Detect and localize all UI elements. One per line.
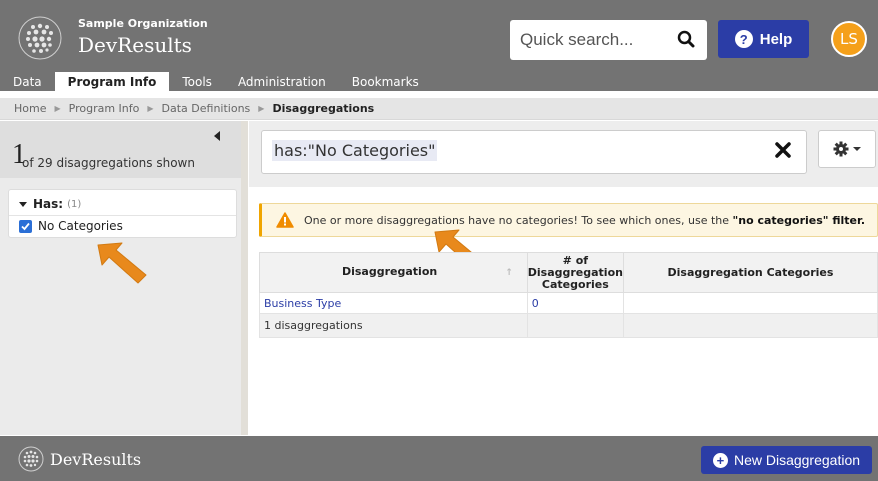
- table-cell-count: 0: [526, 292, 624, 314]
- help-button[interactable]: ? Help: [718, 20, 809, 58]
- main-nav: Data Program Info Tools Administration B…: [0, 72, 432, 93]
- breadcrumb-home[interactable]: Home: [14, 102, 46, 115]
- category-count-link[interactable]: 0: [532, 297, 539, 310]
- alert-text: One or more disaggregations have no cate…: [304, 213, 866, 227]
- search-icon[interactable]: [677, 30, 695, 48]
- gear-icon: [833, 141, 849, 157]
- main-content: has:"No Categories" One or more disaggre…: [249, 121, 878, 435]
- disaggregation-link[interactable]: Business Type: [264, 297, 341, 310]
- top-header: Sample Organization DevResults ? Help LS…: [0, 0, 878, 93]
- plus-circle-icon: +: [712, 452, 728, 468]
- total-cell: [622, 313, 878, 338]
- has-filter-header[interactable]: Has: (1): [19, 197, 81, 211]
- checkbox-checked-icon[interactable]: [19, 219, 32, 233]
- warning-alert: One or more disaggregations have no cate…: [259, 203, 878, 237]
- warning-icon: [276, 212, 294, 228]
- quick-search-box: [510, 20, 707, 60]
- filter-sidebar: 1 of 29 disaggregations shown Has: (1) N…: [0, 121, 248, 435]
- footer-logo: DevResults: [18, 446, 141, 472]
- total-label: 1 disaggregations: [259, 313, 528, 338]
- results-count-text: of 29 disaggregations shown: [22, 156, 195, 170]
- bottom-footer: DevResults + New Disaggregation: [0, 436, 878, 481]
- devresults-logo-icon: [18, 446, 44, 472]
- has-filter-count: (1): [67, 198, 82, 210]
- organization-name: Sample Organization: [78, 17, 208, 30]
- footer-logo-text: DevResults: [50, 449, 142, 469]
- query-token[interactable]: has:"No Categories": [272, 140, 438, 161]
- settings-dropdown-button[interactable]: [818, 130, 876, 168]
- caret-down-icon: [853, 147, 861, 151]
- table-row: Business Type 0: [259, 292, 878, 314]
- breadcrumb: Home ▶ Program Info ▶ Data Definitions ▶…: [0, 98, 878, 120]
- table-cell-disaggregation: Business Type: [259, 292, 528, 314]
- devresults-logo-icon[interactable]: [18, 16, 62, 60]
- sidebar-resize-handle[interactable]: [241, 121, 248, 435]
- filter-option-label: No Categories: [38, 219, 123, 233]
- divider: [9, 215, 236, 216]
- nav-tools[interactable]: Tools: [169, 72, 225, 92]
- column-header-disaggregation[interactable]: Disaggregation ↑: [259, 252, 528, 293]
- search-filter-bar: has:"No Categories": [249, 121, 878, 187]
- results-count-panel: 1 of 29 disaggregations shown: [0, 121, 241, 178]
- new-disaggregation-label: New Disaggregation: [733, 452, 861, 468]
- column-header-category-count[interactable]: # of Disaggregation Categories: [526, 252, 624, 293]
- column-header-categories[interactable]: Disaggregation Categories: [622, 252, 878, 293]
- breadcrumb-current: Disaggregations: [272, 102, 375, 115]
- chevron-right-icon: ▶: [147, 104, 154, 113]
- caret-down-icon: [19, 201, 27, 207]
- chevron-right-icon: ▶: [54, 104, 61, 113]
- has-filter-title: Has:: [33, 197, 64, 211]
- filter-option-no-categories[interactable]: No Categories: [19, 219, 123, 233]
- new-disaggregation-button[interactable]: + New Disaggregation: [701, 446, 872, 474]
- nav-program-info[interactable]: Program Info: [54, 72, 170, 93]
- help-label: Help: [759, 30, 793, 48]
- breadcrumb-data-definitions[interactable]: Data Definitions: [162, 102, 251, 115]
- nav-administration[interactable]: Administration: [225, 72, 339, 92]
- nav-data[interactable]: Data: [0, 72, 55, 92]
- chevron-right-icon: ▶: [258, 104, 265, 113]
- quick-search-input[interactable]: [520, 28, 670, 52]
- alert-filter-hint: "no categories" filter.: [732, 213, 866, 227]
- app-name: DevResults: [78, 33, 192, 57]
- total-cell: [526, 313, 624, 338]
- user-avatar[interactable]: LS: [831, 21, 867, 57]
- clear-query-icon[interactable]: [774, 141, 792, 159]
- sort-arrow-up-icon[interactable]: ↑: [505, 268, 513, 278]
- collapse-sidebar-icon[interactable]: [214, 131, 220, 141]
- disaggregations-table: Disaggregation ↑ # of Disaggregation Cate…: [259, 252, 878, 338]
- has-filter-group: Has: (1) No Categories: [8, 189, 237, 238]
- table-cell-categories: [622, 292, 878, 314]
- annotation-arrow-icon: [97, 242, 147, 284]
- breadcrumb-program-info[interactable]: Program Info: [69, 102, 140, 115]
- query-box[interactable]: has:"No Categories": [261, 130, 807, 174]
- nav-bookmarks[interactable]: Bookmarks: [339, 72, 432, 92]
- question-circle-icon: ?: [734, 30, 753, 48]
- table-total-row: 1 disaggregations: [259, 313, 878, 338]
